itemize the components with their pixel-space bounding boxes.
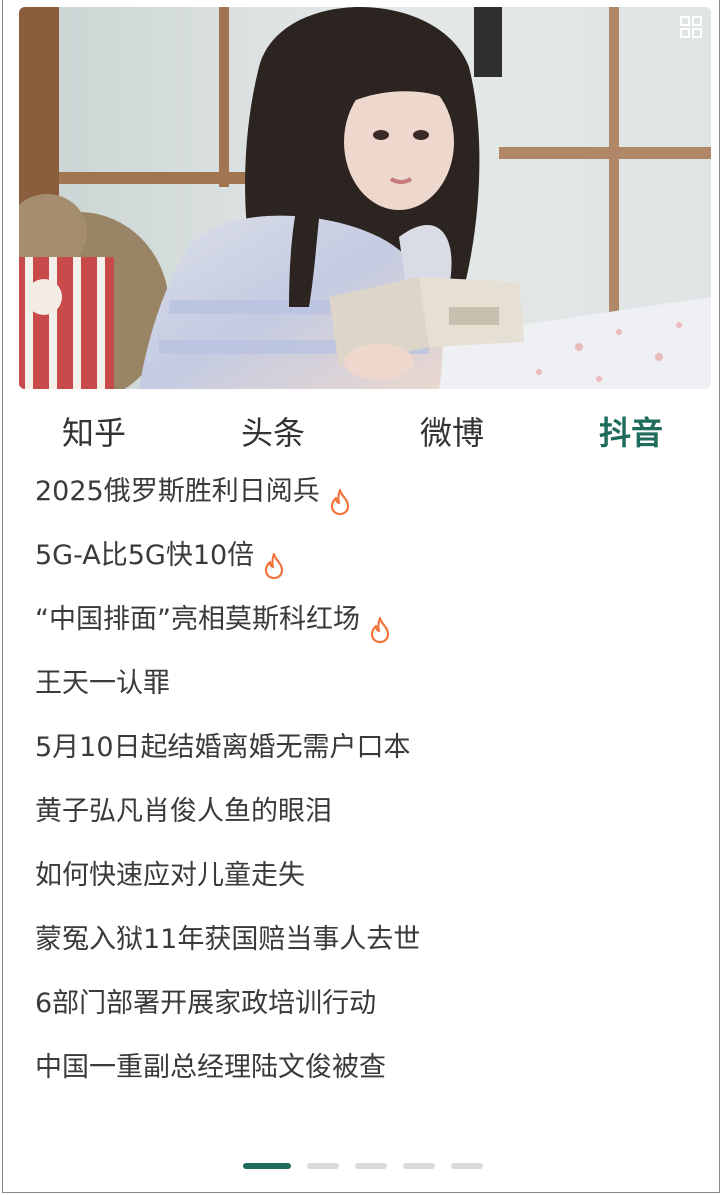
list-item[interactable]: 6部门部署开展家政培训行动 bbox=[35, 972, 695, 1036]
news-title: 2025俄罗斯胜利日阅兵 bbox=[35, 476, 320, 507]
list-item[interactable]: “中国排面”亮相莫斯科红场 bbox=[35, 588, 695, 652]
news-title: 蒙冤入狱11年获国赔当事人去世 bbox=[35, 924, 421, 955]
source-tabs: 知乎 头条 微博 抖音 bbox=[3, 400, 719, 456]
flame-icon bbox=[328, 476, 352, 515]
news-title: “中国排面”亮相莫斯科红场 bbox=[35, 604, 360, 635]
hot-news-list: 2025俄罗斯胜利日阅兵 5G-A比5G快10倍 “中国排面”亮相莫斯科红场 王… bbox=[35, 460, 695, 1100]
list-item[interactable]: 中国一重副总经理陆文俊被查 bbox=[35, 1036, 695, 1100]
pagination-dot-4[interactable] bbox=[403, 1163, 435, 1169]
news-title: 5月10日起结婚离婚无需户口本 bbox=[35, 732, 411, 763]
tab-douyin[interactable]: 抖音 bbox=[599, 408, 663, 454]
app-frame: 知乎 头条 微博 抖音 2025俄罗斯胜利日阅兵 5G-A比5G快10倍 “中国… bbox=[2, 0, 720, 1193]
news-title: 如何快速应对儿童走失 bbox=[35, 860, 305, 891]
pagination-dot-5[interactable] bbox=[451, 1163, 483, 1169]
pagination-dot-1[interactable] bbox=[243, 1163, 291, 1169]
pagination-dots bbox=[3, 1163, 719, 1169]
hero-banner-image bbox=[19, 7, 711, 389]
list-item[interactable]: 蒙冤入狱11年获国赔当事人去世 bbox=[35, 908, 695, 972]
news-title: 黄子弘凡肖俊人鱼的眼泪 bbox=[35, 796, 332, 827]
list-item[interactable]: 黄子弘凡肖俊人鱼的眼泪 bbox=[35, 780, 695, 844]
grid-layout-icon[interactable] bbox=[679, 15, 703, 39]
list-item[interactable]: 如何快速应对儿童走失 bbox=[35, 844, 695, 908]
tab-weibo[interactable]: 微博 bbox=[420, 408, 484, 454]
news-title: 中国一重副总经理陆文俊被查 bbox=[35, 1052, 386, 1083]
pagination-dot-2[interactable] bbox=[307, 1163, 339, 1169]
news-title: 5G-A比5G快10倍 bbox=[35, 540, 255, 571]
list-item[interactable]: 5月10日起结婚离婚无需户口本 bbox=[35, 716, 695, 780]
tab-toutiao[interactable]: 头条 bbox=[241, 408, 305, 454]
flame-icon bbox=[262, 540, 286, 579]
list-item[interactable]: 王天一认罪 bbox=[35, 652, 695, 716]
list-item[interactable]: 2025俄罗斯胜利日阅兵 bbox=[35, 460, 695, 524]
tab-zhihu[interactable]: 知乎 bbox=[62, 408, 126, 454]
list-item[interactable]: 5G-A比5G快10倍 bbox=[35, 524, 695, 588]
flame-icon bbox=[368, 604, 392, 643]
news-title: 6部门部署开展家政培训行动 bbox=[35, 988, 377, 1019]
news-title: 王天一认罪 bbox=[35, 668, 170, 699]
pagination-dot-3[interactable] bbox=[355, 1163, 387, 1169]
